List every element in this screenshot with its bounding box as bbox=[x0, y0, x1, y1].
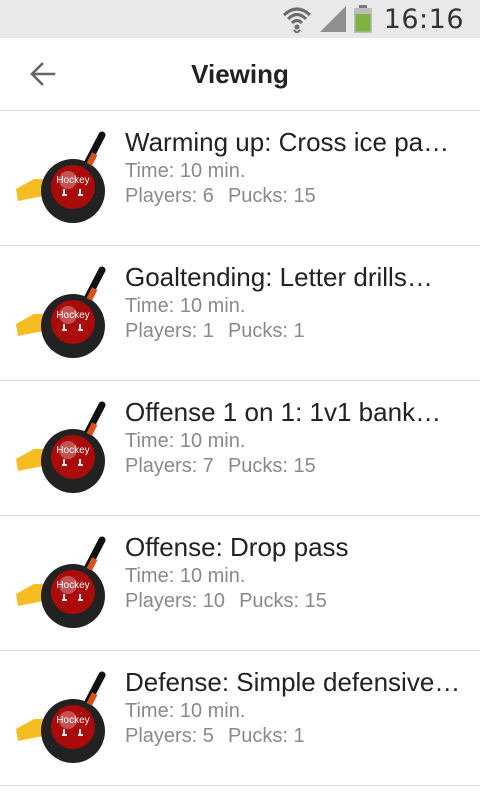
drill-players: Players: 10 bbox=[125, 590, 226, 612]
drill-players: Players: 5 bbox=[125, 725, 214, 747]
clock: 16:16 bbox=[383, 3, 464, 35]
drill-title: Defense: Simple defensive… bbox=[125, 667, 461, 697]
drill-time: Time: 10 min. bbox=[125, 160, 246, 182]
drill-time: Time: 10 min. bbox=[125, 700, 246, 722]
svg-text:Hockey: Hockey bbox=[56, 175, 89, 186]
list-item[interactable]: Hockey Warming up: Cross ice pa… Time: 1… bbox=[0, 111, 480, 246]
drill-pucks: Pucks: 15 bbox=[227, 185, 316, 207]
drill-counts: Players: 5 Pucks: 1 bbox=[125, 724, 468, 749]
hockey-puck-icon: Hockey bbox=[16, 266, 106, 358]
hockey-puck-icon: Hockey bbox=[16, 131, 106, 223]
back-button[interactable] bbox=[18, 50, 68, 98]
status-bar: 16:16 bbox=[0, 0, 480, 38]
drill-counts: Players: 10 Pucks: 15 bbox=[125, 589, 468, 614]
drill-time: Time: 10 min. bbox=[125, 565, 246, 587]
drill-pucks: Pucks: 1 bbox=[227, 725, 305, 747]
drill-counts: Players: 6 Pucks: 15 bbox=[125, 184, 468, 209]
drill-pucks: Pucks: 15 bbox=[239, 590, 327, 612]
drill-title: Goaltending: Letter drills… bbox=[125, 262, 433, 292]
drill-title: Offense 1 on 1: 1v1 bank… bbox=[125, 397, 442, 427]
svg-text:Hockey: Hockey bbox=[56, 310, 89, 321]
page-title: Viewing bbox=[191, 59, 289, 89]
drill-title: Warming up: Cross ice pa… bbox=[125, 127, 450, 157]
drill-pucks: Pucks: 15 bbox=[227, 455, 316, 477]
svg-text:Hockey: Hockey bbox=[56, 580, 89, 591]
drill-players: Players: 6 bbox=[125, 185, 214, 207]
svg-text:Hockey: Hockey bbox=[56, 445, 89, 456]
drill-time: Time: 10 min. bbox=[125, 430, 246, 452]
drill-players: Players: 1 bbox=[125, 320, 214, 342]
drill-list: Hockey Warming up: Cross ice pa… Time: 1… bbox=[0, 111, 480, 786]
hockey-puck-icon: Hockey bbox=[16, 536, 106, 628]
drill-pucks: Pucks: 1 bbox=[227, 320, 305, 342]
signal-icon bbox=[319, 6, 346, 32]
arrow-left-icon bbox=[30, 62, 56, 86]
drill-time: Time: 10 min. bbox=[125, 295, 246, 317]
app-bar: Viewing bbox=[0, 38, 480, 111]
wifi-icon bbox=[282, 5, 312, 33]
drill-counts: Players: 1 Pucks: 1 bbox=[125, 319, 468, 344]
hockey-puck-icon: Hockey bbox=[16, 671, 106, 763]
drill-counts: Players: 7 Pucks: 15 bbox=[125, 454, 468, 479]
list-item[interactable]: Hockey Offense: Drop pass Time: 10 min. … bbox=[0, 516, 480, 651]
list-item[interactable]: Hockey Goaltending: Letter drills… Time:… bbox=[0, 246, 480, 381]
drill-players: Players: 7 bbox=[125, 455, 214, 477]
list-item[interactable]: Hockey Offense 1 on 1: 1v1 bank… Time: 1… bbox=[0, 381, 480, 516]
svg-text:Hockey: Hockey bbox=[56, 715, 89, 726]
battery-icon bbox=[353, 5, 372, 33]
hockey-puck-icon: Hockey bbox=[16, 401, 106, 493]
list-item[interactable]: Hockey Defense: Simple defensive… Time: … bbox=[0, 651, 480, 786]
drill-title: Offense: Drop pass bbox=[125, 532, 349, 562]
